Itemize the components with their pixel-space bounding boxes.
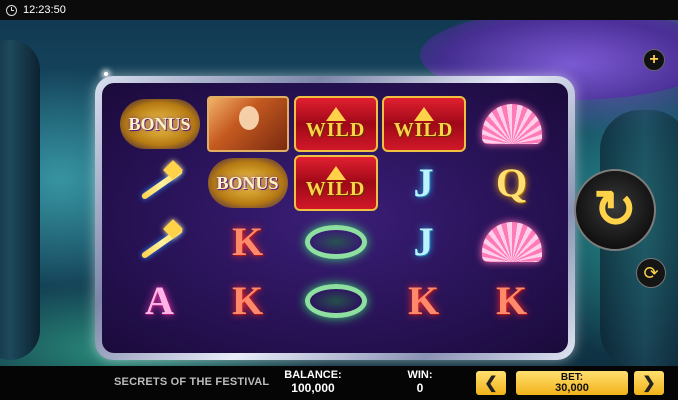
letter-symbol-j: J [413,160,434,205]
bonus-label: BONUS [216,172,279,193]
plus-icon: + [649,51,659,68]
reel-frame: BONUS WILD WILD BONUS WILD J Q K J A K K K [95,76,575,360]
golden-key-symbol [130,161,190,205]
reel-cell: WILD [292,95,379,153]
add-funds-button[interactable]: + [643,49,665,71]
reel-cell: BONUS [116,95,203,153]
letter-symbol-j: J [413,219,434,264]
win-value: 0 [416,381,424,395]
tiara-symbol [304,225,367,259]
letter-symbol-k: K [231,278,264,323]
reel-cell: A [116,272,203,330]
reel-cell: Q [468,154,555,212]
reel-area: BONUS WILD WILD BONUS WILD J Q K J A K K K [102,83,568,353]
spin-button[interactable]: ↻ [574,169,656,251]
sparkle [104,72,108,76]
status-time: 12:23:50 [23,4,66,16]
wild-symbol: WILD [381,96,466,152]
reel-cell [468,95,555,153]
reel-cell [292,213,379,271]
wild-label: WILD [305,118,366,141]
wild-label: WILD [305,177,366,200]
bonus-symbol: BONUS [119,99,200,149]
reel-cell [292,272,379,330]
bonus-label: BONUS [128,113,191,134]
tree-trunk-left [0,40,40,360]
fairy-lady-symbol [206,96,289,152]
reel-cell [468,213,555,271]
bonus-symbol: BONUS [207,158,288,208]
reel-cell: K [204,213,291,271]
balance-value: 100,000 [291,381,335,395]
tiara-symbol [304,284,367,318]
letter-symbol-k: K [231,219,264,264]
reel-cell: BONUS [204,154,291,212]
reel-cell [116,154,203,212]
fan-symbol [481,222,542,262]
bottom-bar: SECRETS OF THE FESTIVAL BALANCE: 100,000… [0,366,678,400]
balance-display: BALANCE: 100,000 [281,369,345,395]
win-label: WIN: [407,369,433,381]
bet-decrease-button[interactable]: ❮ [476,371,506,395]
letter-symbol-q: Q [495,160,528,205]
fan-symbol [481,104,542,144]
game-title: SECRETS OF THE FESTIVAL [114,376,270,388]
clock-icon [6,4,17,16]
letter-symbol-k: K [495,278,528,323]
reel-cell: J [380,213,467,271]
reel-cell: J [380,154,467,212]
reel-cell: K [380,272,467,330]
bet-display: BET: 30,000 [516,371,628,395]
reel-cell: WILD [292,154,379,212]
autoplay-button[interactable]: ⟳ [636,258,666,288]
bet-value: 30,000 [555,382,589,394]
reel-cell [204,95,291,153]
chevron-left-icon: ❮ [484,375,498,392]
letter-symbol-a: A [145,278,174,323]
status-bar: 12:23:50 [0,0,678,20]
spin-icon: ↻ [593,181,637,239]
reel-cell: K [468,272,555,330]
reel-grid: BONUS WILD WILD BONUS WILD J Q K J A K K K [116,95,555,330]
autoplay-icon: ⟳ [643,262,659,283]
balance-label: BALANCE: [284,369,342,381]
golden-key-symbol [130,220,190,264]
win-display: WIN: 0 [398,369,442,395]
letter-symbol-k: K [407,278,440,323]
wild-label: WILD [393,118,454,141]
wild-symbol: WILD [293,155,378,211]
reel-cell: WILD [380,95,467,153]
bet-increase-button[interactable]: ❯ [634,371,664,395]
chevron-right-icon: ❯ [642,375,656,392]
reel-cell: K [204,272,291,330]
wild-symbol: WILD [293,96,378,152]
reel-cell [116,213,203,271]
